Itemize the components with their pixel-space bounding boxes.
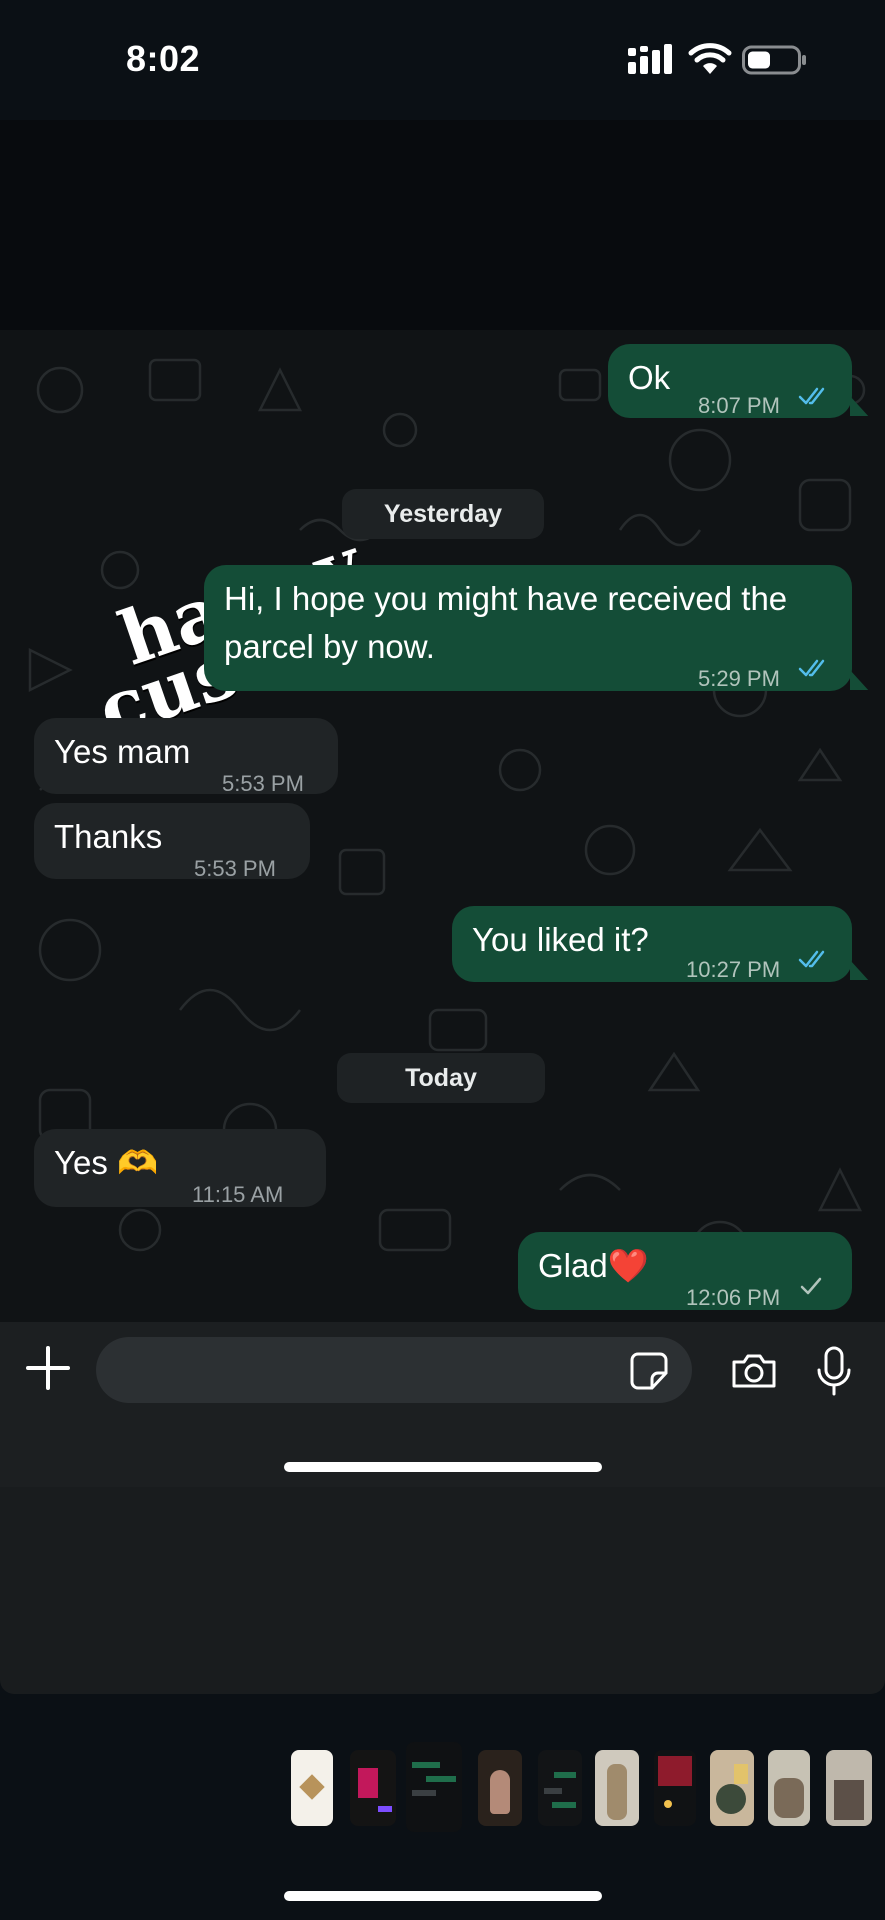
message-text: Glad❤️ [538,1247,649,1284]
sticker-icon[interactable] [630,1351,668,1391]
status-time: 8:02 [126,38,201,79]
read-receipt-icon [798,659,825,677]
outgoing-message[interactable]: Hi, I hope you might have received the p… [204,565,852,691]
thumbnail-photo-store[interactable] [826,1750,872,1826]
message-text: Yes mam [54,733,191,770]
camera-icon[interactable] [730,1352,778,1390]
incoming-message[interactable]: Thanks 5:53 PM [34,803,310,881]
battery-icon [742,45,806,75]
media-top-area [0,120,885,330]
message-text-line-1: Hi, I hope you might have received the [224,580,788,617]
message-text-line-2: parcel by now. [224,628,435,665]
message-time: 5:29 PM [698,666,780,691]
bottom-sheet-area [0,1487,885,1694]
thumbnail-outfit-beige[interactable] [595,1750,639,1826]
bubble-tail [850,960,869,980]
thumbnail-chat-dark[interactable] [538,1750,582,1826]
bubble-tail [850,670,869,690]
outgoing-message[interactable]: You liked it? 10:27 PM [452,906,852,982]
message-text: Thanks [54,818,163,855]
outgoing-message[interactable]: Glad❤️ 12:06 PM [518,1232,852,1310]
thumbnail-photo-outfit[interactable] [768,1750,810,1826]
date-divider-today: Today [337,1053,545,1103]
message-time: 10:27 PM [686,957,781,982]
read-receipt-icon [798,950,825,968]
chat-area[interactable]: happy customer Ok 8:07 PM Yesterday Hi, … [0,330,885,1322]
cellular-signal-icon [628,44,672,74]
outgoing-message[interactable]: Ok 8:07 PM [608,344,852,418]
plus-icon[interactable] [26,1346,70,1390]
thumbnail-dress[interactable] [478,1750,522,1826]
message-text: You liked it? [472,921,649,958]
status-bar: 8:02 [0,0,885,120]
thumbnail-chat-green[interactable] [406,1742,462,1832]
incoming-message[interactable]: Yes 🫶 11:15 AM [34,1129,326,1207]
wifi-icon [688,43,732,74]
message-time: 5:53 PM [222,771,304,796]
incoming-message[interactable]: Yes mam 5:53 PM [34,718,338,796]
message-time: 11:15 AM [192,1182,284,1207]
message-text: Yes 🫶 [54,1144,159,1181]
microphone-icon[interactable] [816,1346,852,1396]
message-time: 12:06 PM [686,1285,781,1310]
home-indicator-bottom[interactable] [284,1891,602,1901]
message-time: 8:07 PM [698,393,780,418]
message-input[interactable] [96,1337,692,1403]
message-text: Ok [628,359,671,396]
media-thumbnail-strip [0,1742,885,1832]
thumbnail-chat-red[interactable] [654,1750,696,1826]
home-indicator[interactable] [284,1462,602,1472]
message-input-bar [0,1322,885,1487]
read-receipt-icon [798,387,825,405]
bubble-tail [850,396,869,416]
message-time: 5:53 PM [194,856,276,881]
sent-tick-icon [800,1277,822,1295]
date-divider-yesterday: Yesterday [342,489,544,539]
thumbnail-photo-people[interactable] [710,1750,754,1826]
thumbnail-logo[interactable] [291,1750,333,1826]
thumbnail-chat-pink[interactable] [350,1750,396,1826]
